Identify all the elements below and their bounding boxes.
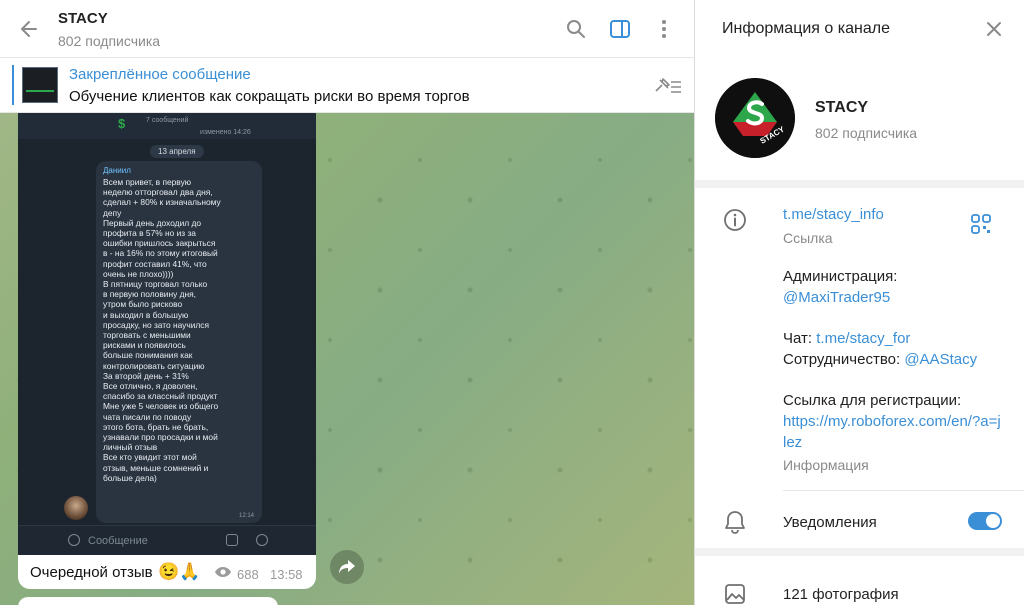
channel-link-caption: Ссылка: [783, 230, 833, 246]
stacy-logo: STACY: [715, 78, 795, 158]
photo-message-time: 12:14: [238, 513, 254, 519]
coop-label: Сотрудничество:: [783, 351, 901, 368]
back-arrow-icon: [21, 20, 37, 37]
reg-link[interactable]: https://my.roboforex.com/en/?a=jlez: [783, 413, 1001, 451]
info-header: Информация о канале: [695, 0, 1024, 58]
qr-code-icon: [971, 214, 991, 234]
info-icon: [723, 208, 747, 232]
channel-info-panel: Информация о канале STACY STACY 802 подп…: [694, 0, 1024, 605]
chat-title-block[interactable]: STACY 802 подписчика: [58, 8, 554, 49]
pinned-indicator: [12, 65, 14, 105]
photo-logo-icon: $: [118, 116, 126, 131]
section-divider: [695, 548, 1024, 556]
share-icon: [339, 560, 355, 574]
photo-input-bar: Сообщение: [18, 525, 316, 555]
message-emoji: 😉🙏: [158, 562, 201, 581]
close-icon: [987, 22, 1001, 36]
channel-subscribers-count: 802 подписчика: [815, 125, 918, 141]
channel-description: Администрация: @MaxiTrader95 Чат: t.me/s…: [783, 266, 1003, 473]
close-button[interactable]: [982, 17, 1006, 41]
pinned-label: Закреплённое сообщение: [69, 66, 251, 83]
back-button[interactable]: [0, 0, 58, 58]
next-message-bubble: [18, 597, 278, 605]
bell-icon: [723, 510, 747, 534]
channel-name: STACY: [815, 99, 869, 116]
pinned-message-text: Обучение клиентов как сокращать риски во…: [69, 88, 470, 105]
photo-sender-avatar: [64, 496, 88, 520]
message-caption-bubble: Очередной отзыв 😉🙏 688 13:58: [18, 555, 316, 589]
desc-registration: Ссылка для регистрации: https://my.robof…: [783, 390, 1003, 453]
pinned-text-block: Закреплённое сообщение Обучение клиентов…: [69, 66, 470, 105]
info-title: Информация о канале: [722, 20, 890, 37]
channel-title: STACY: [58, 10, 108, 27]
unpin-list-icon: [655, 78, 681, 93]
message-views: 688: [237, 567, 259, 582]
photos-count-row[interactable]: 121 фотография: [783, 586, 899, 603]
more-vertical-icon: [662, 19, 666, 38]
row-divider: [783, 490, 1024, 491]
photo-input-placeholder: Сообщение: [88, 535, 148, 547]
description-caption: Информация: [783, 457, 869, 473]
desc-chat: Чат: t.me/stacy_for Сотрудничество: @AAS…: [783, 328, 1003, 370]
chat-link[interactable]: t.me/stacy_for: [816, 330, 910, 347]
sidebar-toggle-icon: [610, 19, 630, 38]
eye-icon: [215, 567, 231, 577]
chat-header: STACY 802 подписчика: [0, 0, 694, 58]
chat-label: Чат:: [783, 330, 813, 347]
chat-area: STACY 802 подписчика Закреплённое сообще…: [0, 0, 694, 605]
message-caption: Очередной отзыв: [30, 564, 153, 581]
photo-attach-icon: [226, 534, 238, 546]
channel-link[interactable]: t.me/stacy_info: [783, 206, 884, 223]
photo-icon: [723, 582, 747, 605]
admin-link[interactable]: @MaxiTrader95: [783, 289, 890, 306]
photo-message-bubble: Даниил Всем привет, в первую неделю отто…: [96, 161, 262, 523]
pinned-message-bar[interactable]: Закреплённое сообщение Обучение клиентов…: [0, 58, 694, 113]
toggle-info-panel-button[interactable]: [598, 0, 642, 58]
notifications-toggle[interactable]: [968, 512, 1002, 530]
search-icon: [567, 19, 585, 38]
photo-header-title: 7 сообщений: [146, 117, 189, 124]
more-button[interactable]: [642, 0, 686, 58]
photo-sender-name: Даниил: [103, 166, 131, 175]
reg-label: Ссылка для регистрации:: [783, 392, 962, 409]
admin-label: Администрация:: [783, 268, 898, 285]
search-button[interactable]: [554, 0, 598, 58]
photo-message-text: Всем привет, в первую неделю отторговал …: [103, 177, 221, 483]
section-divider: [695, 180, 1024, 188]
photo-chat-header: $ 7 сообщений изменено 14:26: [18, 113, 316, 139]
pinned-list-button[interactable]: [652, 74, 684, 98]
photo-header-edited: изменено 14:26: [200, 129, 251, 136]
photo-date-badge: 13 апреля: [150, 145, 204, 158]
qr-code-button[interactable]: [971, 214, 991, 234]
share-button[interactable]: [330, 550, 364, 584]
desc-admin: Администрация: @MaxiTrader95: [783, 266, 1003, 308]
pinned-thumbnail: [22, 67, 58, 103]
message-photo[interactable]: $ 7 сообщений изменено 14:26 13 апреля Д…: [18, 113, 316, 555]
channel-avatar[interactable]: STACY: [715, 78, 795, 158]
photo-mic-icon: [256, 534, 268, 546]
message-time: 13:58: [270, 567, 303, 582]
coop-link[interactable]: @AAStacy: [904, 351, 977, 368]
photo-emoji-icon: [68, 534, 80, 546]
channel-profile: STACY STACY 802 подписчика: [695, 58, 1024, 180]
notifications-label: Уведомления: [783, 514, 877, 531]
channel-subscribers: 802 подписчика: [58, 33, 161, 49]
